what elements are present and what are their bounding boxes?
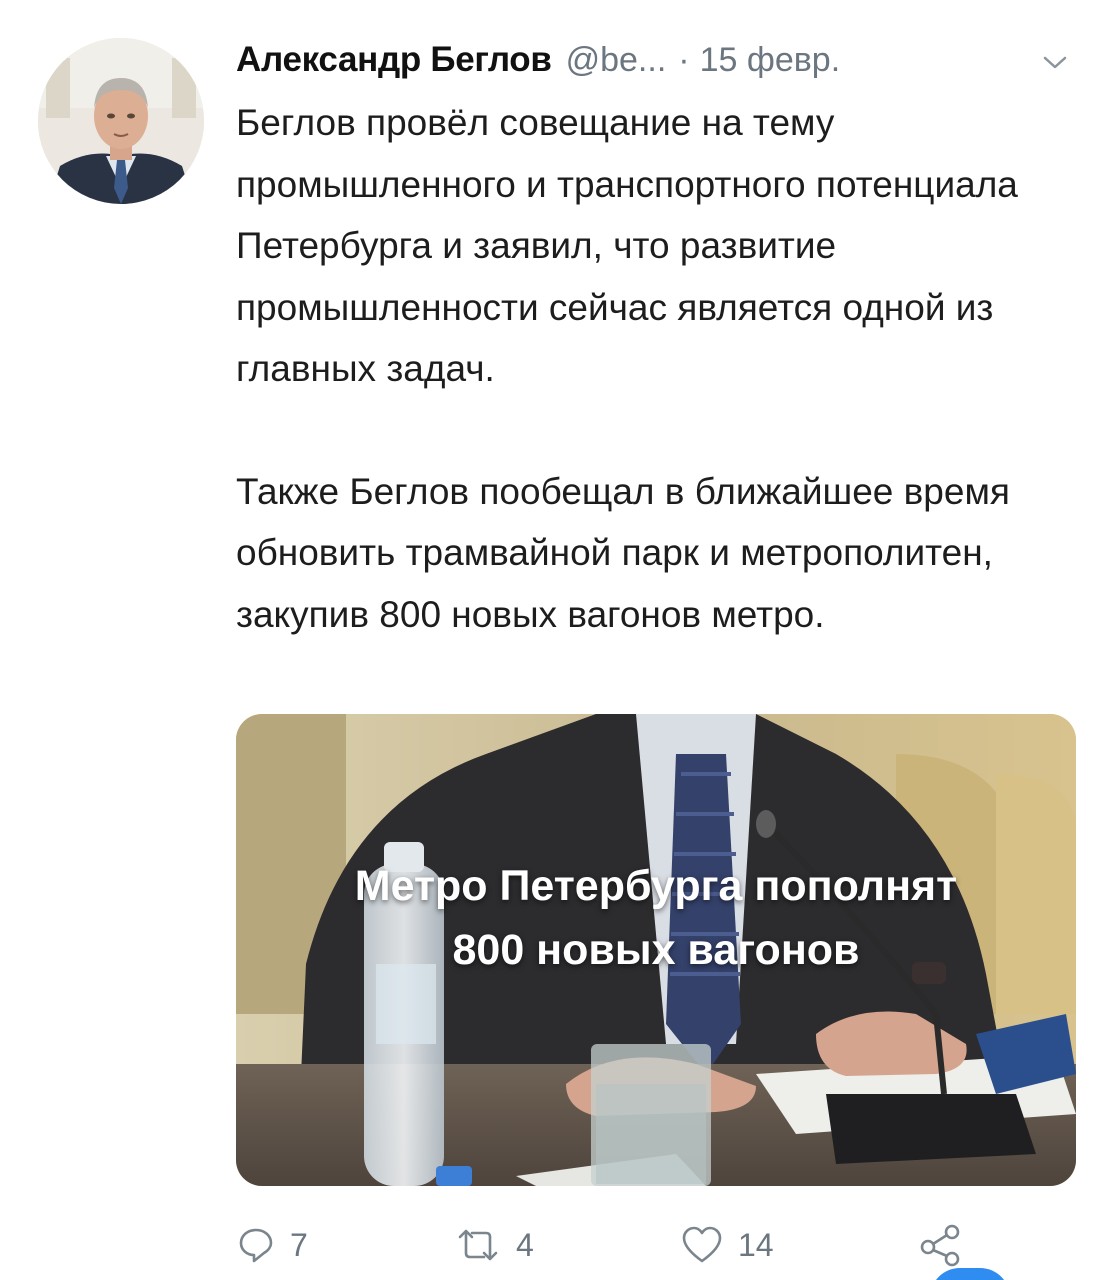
avatar[interactable] bbox=[38, 38, 204, 204]
reply-count: 7 bbox=[290, 1226, 308, 1263]
author-name[interactable]: Александр Беглов bbox=[236, 40, 552, 80]
tweet-actions: 7 4 14 bbox=[236, 1222, 1076, 1272]
author-handle[interactable]: @be... bbox=[566, 41, 667, 80]
share-icon bbox=[920, 1224, 960, 1267]
reply-button[interactable]: 7 bbox=[236, 1222, 308, 1268]
tweet-date[interactable]: 15 февр. bbox=[700, 41, 841, 80]
tweet-paragraph: Также Беглов пообещал в ближайшее время … bbox=[236, 470, 1010, 635]
media-caption-line: Метро Петербурга пополнят bbox=[354, 862, 958, 910]
retweet-button[interactable]: 4 bbox=[454, 1222, 534, 1268]
tweet-paragraph: Беглов провёл совещание на тему промышле… bbox=[236, 102, 1018, 389]
media-caption: Метро Петербурга пополнят 800 новых ваго… bbox=[236, 854, 1076, 982]
tweet-header: Александр Беглов @be... · 15 февр. bbox=[236, 40, 840, 90]
separator: · bbox=[678, 41, 690, 79]
tweet-text: Беглов провёл совещание на тему промышле… bbox=[236, 92, 1086, 645]
retweet-count: 4 bbox=[516, 1226, 534, 1263]
heart-icon bbox=[682, 1226, 722, 1263]
reply-icon bbox=[239, 1228, 273, 1263]
share-button[interactable] bbox=[918, 1222, 964, 1268]
tweet-media[interactable]: Метро Петербурга пополнят 800 новых ваго… bbox=[236, 714, 1076, 1186]
like-count: 14 bbox=[738, 1226, 774, 1263]
retweet-icon bbox=[458, 1229, 498, 1261]
like-button[interactable]: 14 bbox=[680, 1222, 774, 1268]
media-caption-line: 800 новых вагонов bbox=[452, 926, 860, 974]
chevron-down-icon[interactable] bbox=[1042, 54, 1068, 72]
tweet: Александр Беглов @be... · 15 февр. Бегло… bbox=[0, 0, 1112, 1280]
avatar-photo bbox=[38, 38, 204, 204]
